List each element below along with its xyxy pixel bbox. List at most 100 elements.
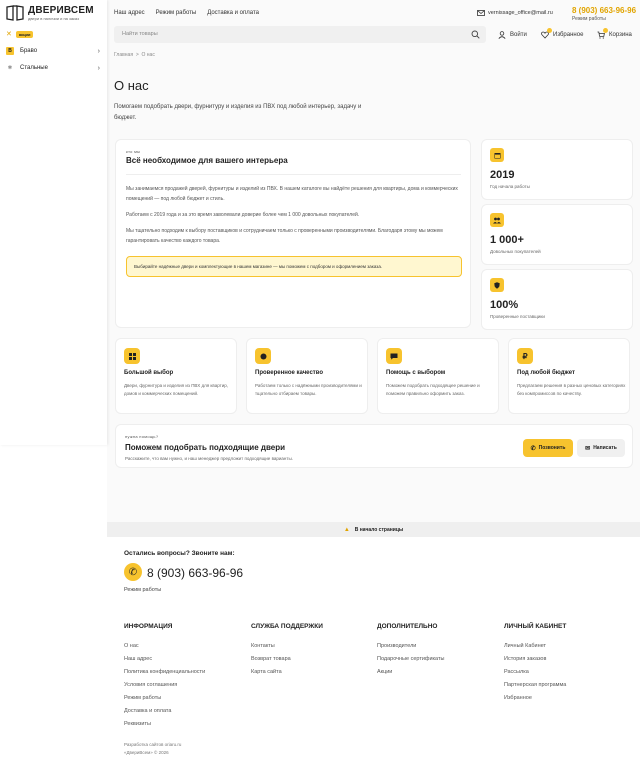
search-input[interactable]: Найти товары bbox=[114, 26, 486, 43]
header-hours-link[interactable]: Режим работы bbox=[572, 16, 606, 22]
footer-link[interactable]: Политика конфиденциальности bbox=[124, 666, 205, 679]
copyright: «ДвериВсем» © 2026 bbox=[124, 750, 169, 755]
breadcrumb-separator: > bbox=[135, 52, 139, 58]
mail-icon: ✉ bbox=[585, 445, 591, 452]
door-logo-icon bbox=[6, 5, 24, 21]
footer-link[interactable]: Рассылка bbox=[504, 666, 566, 679]
nav-delivery[interactable]: Доставка и оплата bbox=[207, 10, 259, 16]
footer-column-extra: ДОПОЛНИТЕЛЬНО Производители Подарочные с… bbox=[377, 623, 444, 679]
favorites-label: Избранное bbox=[553, 32, 584, 38]
footer-link[interactable]: Контакты bbox=[251, 640, 323, 653]
write-button[interactable]: ✉ Написать bbox=[577, 439, 625, 457]
breadcrumb-home[interactable]: Главная bbox=[114, 52, 133, 58]
footer-link[interactable]: Избранное bbox=[504, 692, 566, 705]
page-title: О нас bbox=[114, 78, 149, 93]
footer-link[interactable]: Подарочные сертификаты bbox=[377, 653, 444, 666]
footer-link[interactable]: Партнерская программа bbox=[504, 679, 566, 692]
feature-desc: Поможем подобрать подходящее решение и п… bbox=[386, 383, 480, 396]
stat-value: 1 000+ bbox=[490, 234, 524, 246]
feature-card-budget: ₽ Под любой бюджет Предлагаем решения в … bbox=[508, 338, 630, 414]
call-button[interactable]: ✆ Позвонить bbox=[523, 439, 573, 457]
favorites-button[interactable]: Избранное bbox=[541, 28, 584, 39]
about-eyebrow: кто мы bbox=[126, 149, 141, 154]
footer-column-title: ДОПОЛНИТЕЛЬНО bbox=[377, 623, 438, 630]
login-button[interactable]: Войти bbox=[498, 31, 527, 39]
cart-icon bbox=[597, 28, 608, 39]
footer-question: Остались вопросы? Звоните нам: bbox=[124, 550, 235, 557]
feature-card-quality: Проверенное качество Работаем только с н… bbox=[246, 338, 368, 414]
sidebar: ДВЕРИВСЕМ двери в наличии и на заказ ✕ а… bbox=[0, 0, 107, 445]
feature-card-choice: Большой выбор Двери, фурнитура и изделия… bbox=[115, 338, 237, 414]
promo-badge[interactable]: акции bbox=[15, 30, 34, 38]
phone-icon: ✆ bbox=[124, 563, 142, 581]
footer-credits: Разработка сайтов oriaru.ru «ДвериВсем» … bbox=[124, 741, 181, 757]
logo[interactable]: ДВЕРИВСЕМ двери в наличии и на заказ bbox=[6, 5, 94, 21]
footer-link[interactable]: Производители bbox=[377, 640, 444, 653]
email-link[interactable]: vernissage_office@mail.ru bbox=[477, 10, 553, 16]
footer-link[interactable]: О нас bbox=[124, 640, 205, 653]
feature-title: Под любой бюджет bbox=[517, 370, 575, 376]
footer-link[interactable]: Условия соглашения bbox=[124, 679, 205, 692]
cart-label: Корзина bbox=[609, 32, 632, 38]
footer-link[interactable]: Акции bbox=[377, 666, 444, 679]
feature-title: Большой выбор bbox=[124, 370, 174, 376]
stat-value: 100% bbox=[490, 299, 519, 311]
footer-link[interactable]: Режим работы bbox=[124, 692, 205, 705]
nav-address[interactable]: Наш адрес bbox=[114, 10, 145, 16]
search-icon[interactable] bbox=[471, 30, 480, 39]
footer-column-title: ИНФОРМАЦИЯ bbox=[124, 623, 173, 630]
about-paragraph-1: Мы занимаемся продажей дверей, фурнитуры… bbox=[126, 186, 458, 202]
chevron-up-icon: ▲ bbox=[343, 526, 350, 533]
gear-icon: ✱ bbox=[7, 65, 13, 71]
catalog-row[interactable]: ✕ акции bbox=[6, 30, 34, 38]
favorites-count-dot bbox=[547, 28, 552, 33]
cta-title: Поможем подобрать подходящие двери bbox=[125, 443, 286, 452]
sidebar-item-label: Браво bbox=[20, 48, 38, 54]
footer-link[interactable]: Доставка и оплата bbox=[124, 705, 205, 718]
developer-link[interactable]: Разработка сайтов oriaru.ru bbox=[124, 741, 181, 749]
about-paragraph-3: Мы тщательно подходим к выбору поставщик… bbox=[126, 228, 443, 244]
back-to-top-button[interactable]: ▲ В начало страницы bbox=[107, 522, 640, 537]
mail-icon bbox=[477, 10, 485, 16]
about-paragraph-2: Работаем с 2019 года и за это время заво… bbox=[126, 212, 360, 218]
stat-label: Довольных покупателей bbox=[490, 249, 541, 254]
grid-icon bbox=[124, 348, 140, 364]
sidebar-item-label: Стальные bbox=[20, 65, 48, 71]
feature-card-help: Помощь с выбором Поможем подобрать подхо… bbox=[377, 338, 499, 414]
footer-link[interactable]: Наш адрес bbox=[124, 653, 205, 666]
nav-hours[interactable]: Режим работы bbox=[156, 10, 197, 16]
footer-column-account: ЛИЧНЫЙ КАБИНЕТ Личный Кабинет История за… bbox=[504, 623, 566, 705]
main-content: Наш адрес Режим работы Доставка и оплата… bbox=[107, 0, 640, 764]
heart-icon bbox=[541, 28, 552, 39]
footer-link[interactable]: Карта сайта bbox=[251, 666, 323, 679]
chat-icon bbox=[386, 348, 402, 364]
calendar-icon bbox=[490, 148, 504, 162]
feature-desc: Предлагаем решения в разных ценовых кате… bbox=[517, 383, 626, 396]
users-icon bbox=[490, 213, 504, 227]
header-phone[interactable]: 8 (903) 663-96-96 bbox=[572, 6, 636, 15]
chevron-right-icon: › bbox=[97, 47, 100, 55]
footer-link[interactable]: Реквизиты bbox=[124, 718, 205, 731]
about-card: кто мы Всё необходимое для вашего интерь… bbox=[115, 139, 471, 328]
close-icon[interactable]: ✕ bbox=[6, 30, 12, 38]
footer-link[interactable]: История заказов bbox=[504, 653, 566, 666]
call-button-label: Позвонить bbox=[538, 445, 566, 451]
footer-link[interactable]: Личный Кабинет bbox=[504, 640, 566, 653]
divider bbox=[126, 174, 461, 175]
footer-hours-link[interactable]: Режим работы bbox=[124, 587, 161, 593]
back-to-top-label: В начало страницы bbox=[354, 526, 404, 533]
footer-phone[interactable]: 8 (903) 663-96-96 bbox=[147, 566, 243, 580]
sidebar-item-bravo[interactable]: B Браво › bbox=[6, 45, 100, 57]
brand-tagline: двери в наличии и на заказ bbox=[28, 15, 79, 21]
about-note: Выбирайте надёжные двери и комплектующие… bbox=[126, 256, 462, 277]
footer-link[interactable]: Возврат товара bbox=[251, 653, 323, 666]
footer-column-title: СЛУЖБА ПОДДЕРЖКИ bbox=[251, 623, 323, 630]
chevron-right-icon: › bbox=[97, 64, 100, 72]
cart-button[interactable]: Корзина bbox=[597, 28, 632, 39]
user-icon bbox=[498, 31, 506, 39]
ruble-icon: ₽ bbox=[517, 348, 533, 364]
sidebar-item-steel[interactable]: ✱ Стальные › bbox=[6, 62, 100, 74]
stat-label: Год начала работы bbox=[490, 184, 530, 189]
stat-card-year: 2019 Год начала работы bbox=[481, 139, 633, 200]
search-placeholder: Найти товары bbox=[122, 31, 158, 37]
